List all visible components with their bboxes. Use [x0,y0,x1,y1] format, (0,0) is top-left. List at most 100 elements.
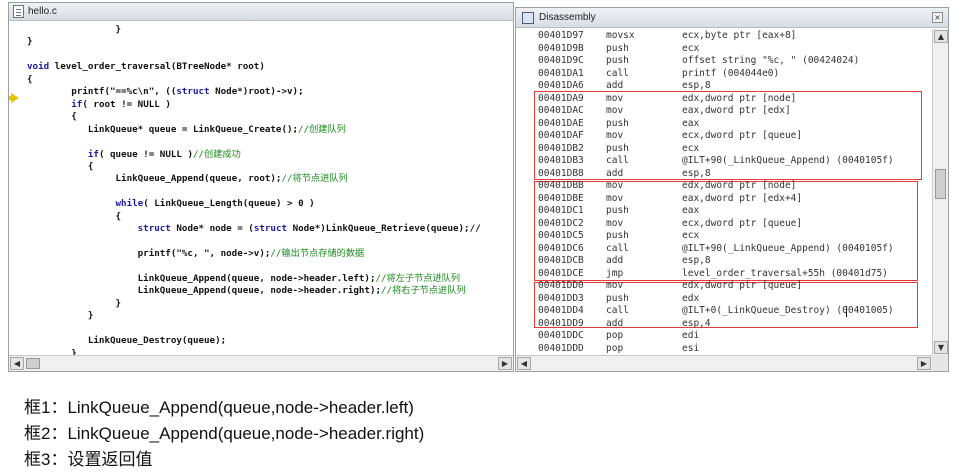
disassembly-row[interactable]: 00401DC6 call @ILT+90(_LinkQueue_Append) (… [516,243,926,256]
code-line[interactable]: if( root != NULL ) [27,99,171,111]
code-line[interactable]: LinkQueue_Append(queue, root);//将节点进队列 [27,173,348,185]
code-comment: //创建队列 [298,123,346,135]
disassembly-row[interactable]: 00401DDD pop esi [516,343,926,356]
disassembly-row[interactable]: 00401DA6 add esp,8 [516,80,926,93]
disassembly-row[interactable]: 00401DAE push eax [516,118,926,131]
disassembly-row[interactable]: 00401DCE jmp level_order_traversal+55h (00… [516,268,926,281]
code-line[interactable]: { [27,160,94,173]
disassembly-row[interactable]: 00401DD9 add esp,4 [516,318,926,331]
disassembly-row[interactable]: 00401DD3 push edx [516,293,926,306]
source-horizontal-scrollbar[interactable]: ◀ ▶ [9,355,513,371]
code-line[interactable]: if( queue != NULL )//创建成功 [27,149,241,161]
disassembly-row[interactable]: 00401DDC pop edi [516,330,926,343]
code-line[interactable]: struct Node* node = (struct Node*)LinkQu… [27,223,481,235]
disassembly-horizontal-scrollbar[interactable]: ◀ ▶ [516,355,932,371]
instruction-operands: offset string "%c, " (00424024) [682,55,860,66]
instruction-mnemonic: mov [606,130,624,141]
instruction-address: 00401DB3 [538,155,584,166]
disassembly-row[interactable]: 00401DA1 call printf (004044e0) [516,68,926,81]
disassembly-row[interactable]: 00401D97 movsx ecx,byte ptr [eax+8] [516,30,926,43]
disassembly-row[interactable]: 00401DAC mov eax,dword ptr [edx] [516,105,926,118]
code-keyword: struct [137,223,171,235]
code-text: } [27,24,122,35]
code-text: printf("==%c\n", (( [27,86,177,98]
source-title-bar[interactable]: hello.c [9,3,513,21]
source-scroll-thumb[interactable] [26,358,40,369]
scroll-left-arrow-icon[interactable]: ◀ [10,357,24,370]
instruction-mnemonic: jmp [606,267,624,279]
instruction-operands: esp,8 [682,80,711,91]
code-line[interactable]: LinkQueue_Append(queue, node->header.rig… [27,285,466,297]
disassembly-row[interactable]: 00401DD4 call @ILT+0(_LinkQueue_Destroy) (… [516,305,926,318]
code-text: } [27,347,77,355]
code-keyword: struct [253,223,288,235]
disassembly-row[interactable]: 00401D9C push offset string "%c, " (004240… [516,55,926,68]
code-line[interactable]: } [27,24,122,36]
disassembly-scroll-thumb[interactable] [935,169,946,199]
disassembly-row[interactable]: 00401DC1 push eax [516,205,926,218]
disassembly-row[interactable]: 00401DA9 mov edx,dword ptr [node] [516,93,926,106]
code-line[interactable]: LinkQueue_Append(queue, node->header.lef… [27,273,460,285]
disassembly-row[interactable]: 00401D9B push ecx [516,43,926,56]
code-keyword: if [87,148,99,160]
file-icon [13,5,24,18]
note-box-3: 框3：设置返回值 [24,450,153,469]
scroll-down-arrow-icon[interactable]: ▼ [934,341,948,354]
disassembly-row[interactable]: 00401DCB add esp,8 [516,255,926,268]
code-text: ( LinkQueue_Length(queue) > 0 ) [143,198,315,210]
code-line[interactable]: LinkQueue_Destroy(queue); [27,335,226,347]
code-line[interactable]: printf("%c, ", node->v);//输出节点存储的数据 [27,248,365,260]
scroll-right-arrow-icon[interactable]: ▶ [498,357,512,370]
instruction-mnemonic: add [606,167,624,179]
disassembly-row[interactable]: 00401DC2 mov ecx,dword ptr [queue] [516,218,926,231]
disassembly-row[interactable]: 00401DB8 add esp,8 [516,168,926,181]
close-icon[interactable]: × [932,12,943,23]
code-line[interactable]: LinkQueue* queue = LinkQueue_Create();//… [27,124,346,136]
instruction-address: 00401DDD [538,342,584,354]
code-text: level_order_traversal(BTreeNode* root) [49,61,265,73]
scroll-up-arrow-icon[interactable]: ▲ [934,30,948,43]
code-line[interactable]: { [27,111,77,123]
disassembly-row[interactable]: 00401DB3 call @ILT+90(_LinkQueue_Append) (… [516,155,926,168]
code-text: ( queue != NULL ) [98,148,193,160]
scroll-right-arrow-icon[interactable]: ▶ [917,357,931,370]
code-line[interactable]: } [27,36,33,48]
note-box-1: 框1：LinkQueue_Append(queue,node->header.l… [24,398,414,417]
code-line[interactable]: void level_order_traversal(BTreeNode* ro… [27,61,265,73]
disassembly-row[interactable]: 00401DBB mov edx,dword ptr [node] [516,180,926,193]
instruction-mnemonic: push [606,230,629,241]
disassembly-window[interactable]: Disassembly × 00401D97 movsx ecx,byte ptr … [515,7,949,372]
instruction-operands: edi [682,330,700,341]
instruction-address: 00401DCE [538,267,584,279]
disassembly-row[interactable]: 00401DD0 mov edx,dword ptr [queue] [516,280,926,293]
instruction-mnemonic: push [606,142,629,154]
code-line[interactable]: } [27,310,94,322]
instruction-address: 00401DAE [538,117,584,129]
instruction-mnemonic: movsx [606,30,635,41]
disassembly-row[interactable]: 00401DB2 push ecx [516,143,926,156]
disassembly-title-bar[interactable]: Disassembly × [516,8,948,28]
code-line[interactable]: printf("==%c\n", ((struct Node*)root)->v… [27,86,303,98]
instruction-operands: eax [682,117,700,129]
code-line[interactable]: while( LinkQueue_Length(queue) > 0 ) [27,198,315,210]
code-text: LinkQueue_Append(queue, node->header.lef… [27,273,376,284]
disassembly-row[interactable]: 00401DAF mov ecx,dword ptr [queue] [516,130,926,143]
instruction-address: 00401DCB [538,255,584,266]
source-code-area[interactable]: }} void level_order_traversal(BTreeNode* … [9,22,513,355]
code-line[interactable]: } [27,348,77,355]
instruction-address: 00401DC5 [538,230,584,241]
code-line[interactable]: { [27,211,122,223]
instruction-address: 00401D9B [538,42,584,54]
code-line[interactable]: } [27,298,122,310]
instruction-operands: edx,dword ptr [node] [682,92,797,104]
scroll-left-arrow-icon[interactable]: ◀ [517,357,531,370]
disassembly-listing[interactable]: 00401D97 movsx ecx,byte ptr [eax+8] 00401D9… [516,29,932,355]
disassembly-row[interactable]: 00401DBE mov eax,dword ptr [edx+4] [516,193,926,206]
code-line[interactable]: { [27,74,33,86]
source-editor-window[interactable]: hello.c }} void level_order_traversal(BTr… [8,2,514,372]
disassembly-row[interactable]: 00401DC5 push ecx [516,230,926,243]
instruction-address: 00401DB2 [538,142,584,154]
instruction-mnemonic: mov [606,192,624,204]
disassembly-vertical-scrollbar[interactable]: ▲ ▼ [932,29,948,355]
code-text: { [27,160,94,172]
